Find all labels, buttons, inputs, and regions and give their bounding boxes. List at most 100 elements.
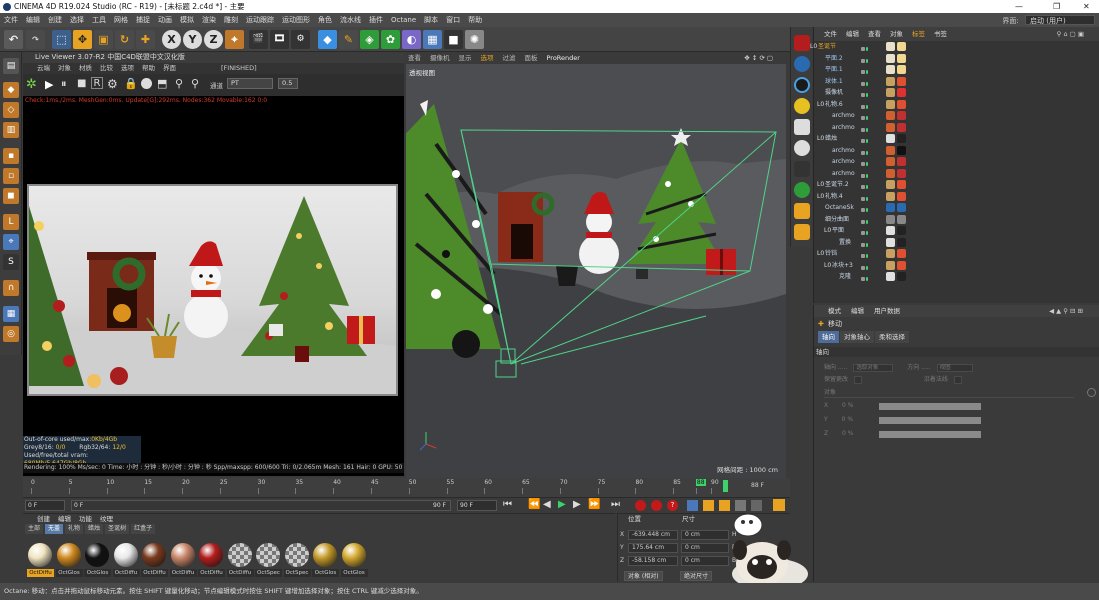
mat-menu-texture[interactable]: 纹理 [100,515,113,523]
material-tag-icon[interactable] [897,42,906,51]
menu-select[interactable]: 选择 [66,13,88,27]
object-row[interactable]: archmo [814,145,1099,157]
timeline-ruler[interactable]: 0 5 10 15 20 25 30 35 40 45 50 55 60 65 70 75 80 85 88 90 8… [23,478,790,498]
menu-script[interactable]: 脚本 [420,13,442,27]
material-tag-icon[interactable] [886,180,895,189]
object-row[interactable]: 平面.1 [814,64,1099,76]
material-tag-icon[interactable] [897,111,906,120]
menu-octane[interactable]: Octane [387,13,420,27]
material-tag-icon[interactable] [897,191,906,201]
array-icon[interactable]: ✿ [381,30,400,49]
redo-icon[interactable]: ↷ [26,30,45,49]
material-swatch[interactable] [170,543,195,567]
target-icon[interactable] [794,140,810,156]
menu-character[interactable]: 角色 [314,13,336,27]
scatter-icon[interactable] [794,182,810,198]
pen-icon[interactable]: ✎ [339,30,358,49]
material-swatch[interactable] [56,543,81,567]
visibility-toggle[interactable] [861,171,871,178]
material-tag-icon[interactable] [886,203,895,212]
deformer-icon[interactable]: ◐ [402,30,421,49]
key-pla-icon[interactable] [751,500,762,511]
axis-dropdown[interactable]: 选取对象 [853,363,894,372]
menu-plugins[interactable]: 插件 [365,13,387,27]
mat-tab-gift[interactable]: 礼物 [65,524,84,534]
channel-dropdown[interactable]: PT [227,78,273,89]
material-tag-icon[interactable] [897,65,906,74]
material-tag-icon[interactable] [886,42,895,51]
mat-menu-create[interactable]: 创建 [37,515,50,523]
picker-icon[interactable]: ⬒ [157,77,167,90]
render-settings-icon[interactable]: ⚙ [291,30,310,49]
object-row[interactable]: 克隆 [814,271,1099,283]
lock-axis-icon[interactable]: ◎ [3,326,19,342]
record-key-icon[interactable] [635,500,646,511]
prev-key-icon[interactable]: ⏪ [528,499,540,510]
visibility-toggle[interactable] [861,56,871,63]
material-tag-icon[interactable] [886,237,895,247]
render-picture-icon[interactable]: 🎞 [270,30,289,49]
settings-icon[interactable]: ⚙ [107,77,118,91]
tab-axis[interactable]: 轴向 [818,331,839,343]
vp-menu-camera[interactable]: 摄像机 [430,54,450,62]
lv-menu-options[interactable]: 选项 [121,64,134,72]
lv-menu-interface[interactable]: 界面 [163,64,176,72]
material-tag-icon[interactable] [886,65,895,74]
material-tag-icon[interactable] [886,122,895,132]
visibility-toggle[interactable] [861,125,871,132]
visibility-toggle[interactable] [861,79,871,86]
strength-y-slider[interactable] [879,417,981,424]
pin-icon[interactable]: ⚲ [175,77,183,90]
axis-mode-icon[interactable]: L [3,214,19,230]
material-tag-icon[interactable] [897,168,906,178]
material-swatch[interactable] [313,543,337,567]
object-row[interactable]: 平面.2 [814,53,1099,65]
material-tag-icon[interactable] [897,157,906,166]
material-swatch[interactable] [341,543,366,567]
material-label[interactable]: OctGlos [340,569,368,577]
om-menu-bookmarks[interactable]: 书签 [934,30,947,38]
polygons-mode-icon[interactable]: ◼ [3,188,19,204]
minimize-button[interactable]: — [1015,0,1023,13]
object-row[interactable]: L0 蜡烛 [814,133,1099,145]
material-label[interactable]: OctDiffu [27,569,54,577]
menu-mograph[interactable]: 运动图形 [278,13,314,27]
frame-range-slider[interactable]: 0 F 90 F [71,500,451,511]
move-icon[interactable]: ✥ [73,30,92,49]
material-swatch[interactable] [113,543,138,567]
rotate-icon[interactable]: ↻ [115,30,134,49]
visibility-toggle[interactable] [861,274,871,281]
material-tag-icon[interactable] [886,168,895,178]
mat-tab-main[interactable]: 主部 [25,524,44,534]
object-row[interactable]: OctaneSk [814,202,1099,214]
tweak-mode-icon[interactable]: ⌖ [3,234,19,250]
octane-sphere-icon[interactable] [794,56,810,72]
workplane-icon[interactable]: ▥ [3,122,19,138]
magnet-icon[interactable]: ∩ [3,280,19,296]
visibility-toggle[interactable] [861,240,871,247]
goto-end-icon[interactable]: ⏭ [611,499,620,510]
object-row[interactable]: L0 礼物.6 [814,99,1099,111]
scale-icon[interactable]: ▣ [94,30,113,49]
lock-icon[interactable]: 🔒 [124,77,138,90]
material-icon[interactable] [794,203,810,219]
material-tag-icon[interactable] [886,157,895,166]
material-label[interactable]: OctDiffu [141,569,168,577]
object-row[interactable]: L0 铃铛 [814,248,1099,260]
direction-dropdown[interactable]: 视图 [936,363,973,372]
material-tag-icon[interactable] [897,260,906,270]
timeline-menu-icon[interactable] [773,499,785,511]
texture-mode-icon[interactable]: ◇ [3,102,19,118]
visibility-toggle[interactable] [861,194,871,201]
material-tag-icon[interactable] [897,76,906,86]
material-tag-icon[interactable] [897,203,906,212]
om-menu-file[interactable]: 文件 [824,30,837,38]
material-tag-icon[interactable] [897,53,906,63]
material-preview-icon[interactable] [141,78,152,89]
material-swatch[interactable] [256,543,280,567]
visibility-toggle[interactable] [861,148,871,155]
material-tag-icon[interactable] [897,88,906,97]
texture-icon[interactable] [794,224,810,240]
material-tag-icon[interactable] [886,76,895,86]
material-swatch[interactable] [284,543,309,567]
